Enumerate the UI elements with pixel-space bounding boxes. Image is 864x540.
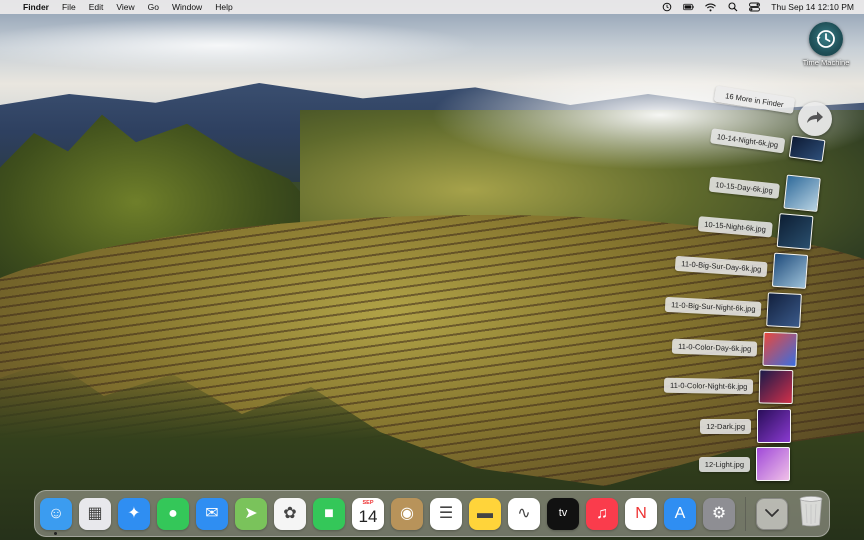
chevron-down-icon — [764, 505, 780, 523]
menu-file[interactable]: File — [62, 0, 76, 14]
app-menu[interactable]: Finder — [23, 0, 49, 14]
dock-app-news[interactable]: N — [625, 497, 657, 530]
stack-item-thumbnail — [762, 331, 798, 367]
dock-stack-downloads[interactable] — [756, 497, 788, 530]
stack-item-thumbnail — [758, 369, 794, 404]
app-store-icon: A — [674, 504, 686, 522]
stack-item-thumbnail — [766, 292, 802, 328]
search-icon[interactable] — [727, 2, 738, 12]
wifi-icon[interactable] — [705, 2, 717, 12]
stack-item-thumbnail — [756, 447, 790, 481]
finder-icon: ☺ — [47, 504, 65, 522]
calendar-month: SEP — [362, 499, 374, 506]
dock-app-finder[interactable]: ☺ — [40, 497, 72, 535]
desktop-item-time-machine[interactable]: Time Machine — [796, 22, 856, 67]
stack-item-label: 11-0-Big-Sur-Night-6k.jpg — [664, 296, 762, 317]
messages-icon: ● — [168, 504, 178, 522]
dock-app-maps[interactable]: ➤ — [235, 497, 267, 530]
dock-app-facetime[interactable]: ■ — [313, 497, 345, 530]
stack-item-thumbnail — [776, 213, 814, 250]
dock-app-notes[interactable]: ▬ — [469, 497, 501, 530]
trash-icon — [798, 495, 824, 532]
dock-app-photos[interactable]: ✿ — [274, 497, 306, 530]
dock-app-freeform[interactable]: ∿ — [508, 497, 540, 530]
dock-app-messages[interactable]: ● — [157, 497, 189, 530]
dock-app-launchpad[interactable]: ▦ — [79, 497, 111, 530]
menu-window[interactable]: Window — [172, 0, 202, 14]
running-indicator — [54, 531, 57, 535]
time-machine-icon[interactable] — [661, 2, 672, 12]
dock-app-contacts[interactable]: ◉ — [391, 497, 423, 530]
stack-item-label: 10-15-Night-6k.jpg — [698, 215, 773, 237]
music-icon: ♫ — [596, 504, 608, 522]
menu-bar-left: Finder File Edit View Go Window Help — [0, 0, 246, 14]
menu-view[interactable]: View — [116, 0, 134, 14]
dock: ☺ ▦ ✦ ● ✉ ➤ ✿ ■ SEP 14 ◉ ☰ ▬ ∿ tv ♫ N A ⚙ — [34, 490, 830, 537]
photos-icon: ✿ — [283, 504, 297, 522]
safari-icon: ✦ — [127, 504, 141, 522]
stack-item-label: 11-0-Color-Day-6k.jpg — [671, 338, 758, 357]
battery-icon[interactable] — [683, 2, 694, 12]
time-machine-icon — [809, 22, 843, 56]
system-settings-icon: ⚙ — [711, 504, 727, 522]
dock-apps: ☺ ▦ ✦ ● ✉ ➤ ✿ ■ SEP 14 ◉ ☰ ▬ ∿ tv ♫ N A ⚙ — [40, 497, 735, 535]
mail-icon: ✉ — [205, 504, 219, 522]
stack-item-thumbnail — [771, 252, 809, 289]
facetime-icon: ■ — [324, 504, 334, 522]
arrow-forward-icon — [806, 110, 824, 129]
desktop-item-label: Time Machine — [802, 58, 850, 67]
control-center-icon[interactable] — [749, 2, 761, 12]
dock-app-system-settings[interactable]: ⚙ — [703, 497, 735, 530]
stack-item-thumbnail — [783, 174, 821, 212]
menu-help[interactable]: Help — [215, 0, 232, 14]
calendar-day: 14 — [358, 506, 378, 526]
news-icon: N — [635, 504, 647, 522]
stack-item-thumbnail — [788, 135, 826, 162]
stack-item-thumbnail — [757, 409, 791, 443]
menu-go[interactable]: Go — [148, 0, 159, 14]
dock-trash[interactable] — [795, 495, 827, 532]
dock-app-app-store[interactable]: A — [664, 497, 696, 530]
menu-edit[interactable]: Edit — [89, 0, 104, 14]
stack-item[interactable]: 11-0-Color-Day-6k.jpg — [671, 329, 798, 367]
stack-item[interactable]: 11-0-Color-Night-6k.jpg — [663, 368, 794, 404]
dock-app-apple-tv[interactable]: tv — [547, 497, 579, 530]
dock-divider — [745, 496, 746, 531]
stack-item[interactable]: 11-0-Big-Sur-Night-6k.jpg — [664, 287, 802, 328]
launchpad-icon: ▦ — [87, 504, 103, 522]
calendar-icon: SEP 14 — [352, 498, 384, 530]
dock-app-mail[interactable]: ✉ — [196, 497, 228, 530]
menu-bar: Finder File Edit View Go Window Help Thu… — [0, 0, 864, 14]
maps-icon: ➤ — [244, 504, 258, 522]
stack-item-label: 10-15-Day-6k.jpg — [709, 176, 781, 199]
stack-item[interactable]: 12-Dark.jpg — [700, 409, 791, 443]
stack-item[interactable]: 12-Light.jpg — [698, 447, 790, 481]
reminders-icon: ☰ — [438, 504, 454, 522]
dock-app-reminders[interactable]: ☰ — [430, 497, 462, 530]
contacts-icon: ◉ — [400, 504, 414, 522]
dock-app-calendar[interactable]: SEP 14 — [352, 497, 384, 530]
stack-item-label: 12-Dark.jpg — [700, 418, 751, 434]
menu-bar-status: Thu Sep 14 12:10 PM — [661, 0, 864, 14]
stack-item-label: 11-0-Color-Night-6k.jpg — [663, 377, 754, 394]
dock-app-music[interactable]: ♫ — [586, 497, 618, 530]
dock-app-safari[interactable]: ✦ — [118, 497, 150, 530]
stack-item-label: 11-0-Big-Sur-Day-6k.jpg — [674, 255, 768, 277]
stack-open-in-finder-button[interactable] — [798, 102, 832, 136]
freeform-icon: ∿ — [517, 504, 531, 522]
menu-bar-clock[interactable]: Thu Sep 14 12:10 PM — [771, 0, 854, 14]
apple-tv-icon: tv — [558, 507, 568, 519]
notes-icon: ▬ — [477, 504, 493, 522]
stack-item-label: 12-Light.jpg — [698, 456, 750, 472]
